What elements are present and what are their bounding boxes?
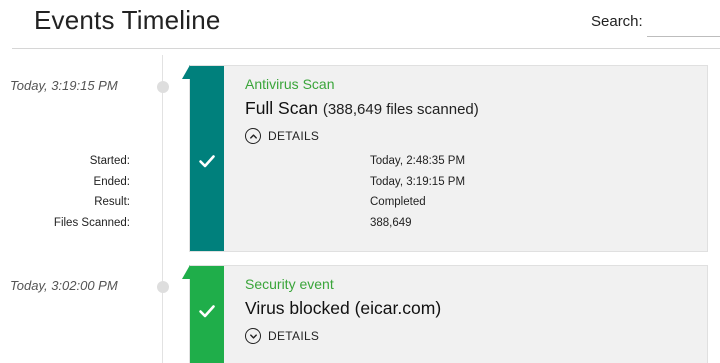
detail-value: 388,649: [370, 216, 412, 229]
event-card: Antivirus Scan Full Scan (388,649 files …: [54, 65, 708, 252]
event-category: Security event: [245, 276, 334, 292]
header-divider: [12, 48, 720, 49]
chevron-up-circle-icon: [245, 128, 261, 144]
event-timestamp: Today, 3:02:00 PM: [10, 278, 118, 293]
header: Events Timeline Search:: [0, 0, 720, 48]
details-toggle[interactable]: DETAILS: [245, 328, 319, 344]
timeline-line: [162, 55, 163, 363]
details-label: DETAILS: [268, 129, 320, 143]
check-icon: [199, 305, 215, 318]
timeline-dot: [157, 81, 169, 93]
event-title-main: Full Scan: [245, 98, 318, 118]
search-label: Search:: [591, 13, 643, 30]
chevron-down-circle-icon: [245, 328, 261, 344]
event-timestamp: Today, 3:19:15 PM: [10, 78, 118, 93]
status-bar: [190, 266, 224, 363]
tab-notch: [182, 65, 190, 79]
detail-key: Files Scanned:: [53, 216, 130, 229]
detail-key: Result:: [94, 196, 130, 208]
details-label: DETAILS: [268, 329, 320, 343]
check-icon: [199, 155, 215, 168]
timeline-dot: [157, 281, 169, 293]
tab-notch: [182, 265, 190, 279]
detail-key: Started:: [89, 155, 130, 167]
event-title: Virus blocked (eicar.com): [245, 298, 442, 318]
event-card: Security event Virus blocked (eicar.com)…: [182, 265, 708, 363]
status-bar: [190, 66, 224, 251]
page-title: Events Timeline: [34, 5, 221, 35]
detail-key: Ended:: [93, 175, 130, 188]
detail-value: Completed: [370, 196, 426, 208]
search-input[interactable]: [647, 11, 720, 37]
event-title-detail: (388,649 files scanned): [322, 101, 479, 118]
event-category: Antivirus Scan: [245, 76, 335, 92]
event-title: Full Scan (388,649 files scanned): [245, 98, 479, 119]
detail-value: Today, 3:19:15 PM: [370, 175, 466, 188]
detail-value: Today, 2:48:35 PM: [370, 155, 466, 167]
details-toggle[interactable]: DETAILS: [245, 128, 319, 144]
